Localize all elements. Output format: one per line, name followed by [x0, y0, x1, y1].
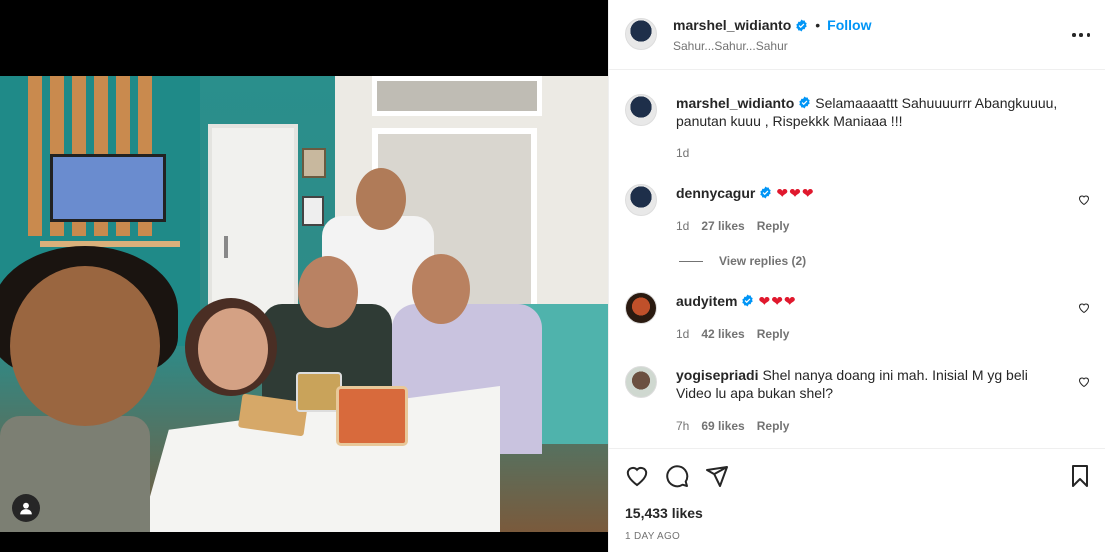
comment-icon[interactable]: [665, 464, 689, 488]
user-icon: [20, 502, 32, 515]
comment-text: ❤❤❤: [758, 293, 797, 309]
photo-shelf: [40, 241, 180, 247]
comment-text-block: dennycagur ❤❤❤: [676, 184, 1066, 202]
more-options-button[interactable]: [1072, 26, 1090, 44]
comment-text-block: yogisepriadi Shel nanya doang ini mah. In…: [676, 366, 1066, 402]
post-actions: 15,433 likes 1 DAY AGO: [609, 448, 1105, 552]
comment-meta: 1d 42 likes Reply: [676, 327, 789, 341]
comment-username[interactable]: dennycagur: [676, 185, 755, 201]
photo-frame: [302, 148, 326, 178]
caption-text-block: marshel_widianto Selamaaaattt Sahuuuurrr …: [676, 94, 1066, 130]
heart-icon[interactable]: [1078, 302, 1090, 314]
header-username[interactable]: marshel_widianto: [673, 17, 791, 33]
comment-item: audyitem ❤❤❤ 1d 42 likes Reply: [625, 292, 1090, 348]
comment-time[interactable]: 1d: [676, 327, 689, 341]
post-panel: marshel_widianto • Follow Sahur...Sahur.…: [608, 0, 1105, 552]
comments-list: marshel_widianto Selamaaaattt Sahuuuurrr …: [609, 70, 1105, 448]
post-header: marshel_widianto • Follow Sahur...Sahur.…: [609, 0, 1105, 70]
photo-person: [10, 266, 160, 426]
separator-dot: •: [815, 17, 821, 33]
comment-text: ❤❤❤: [776, 185, 815, 201]
caption-meta: 1d: [676, 146, 689, 160]
comment-time[interactable]: 7h: [676, 419, 689, 433]
comment-likes[interactable]: 27 likes: [701, 219, 744, 233]
photo-food-box: [336, 386, 408, 446]
verified-badge-icon: [742, 294, 754, 307]
verified-badge-icon: [796, 19, 807, 31]
reply-button[interactable]: Reply: [757, 327, 790, 341]
photo-person: [356, 168, 406, 230]
comment-item: yogisepriadi Shel nanya doang ini mah. In…: [625, 366, 1090, 440]
verified-badge-icon: [799, 96, 810, 109]
post-photo[interactable]: [0, 76, 608, 532]
comment-time[interactable]: 1d: [676, 219, 689, 233]
photo-person: [298, 256, 358, 328]
avatar[interactable]: [625, 292, 657, 324]
photo-tv: [50, 154, 166, 222]
comment-username[interactable]: audyitem: [676, 293, 737, 309]
caption-username[interactable]: marshel_widianto: [676, 95, 794, 111]
verified-badge-icon: [760, 186, 772, 199]
photo-person: [412, 254, 470, 324]
heart-icon[interactable]: [1078, 376, 1090, 388]
bookmark-icon[interactable]: [1068, 464, 1092, 488]
view-replies-line: [679, 260, 703, 262]
comment-text-block: audyitem ❤❤❤: [676, 292, 1066, 310]
follow-button[interactable]: Follow: [827, 17, 871, 33]
photo-frame: [302, 196, 324, 226]
reply-button[interactable]: Reply: [757, 419, 790, 433]
avatar[interactable]: [625, 94, 657, 126]
likes-count[interactable]: 15,433 likes: [625, 505, 703, 521]
tagged-users-button[interactable]: [12, 494, 40, 522]
post-time[interactable]: 1 DAY AGO: [625, 531, 680, 542]
photo-person: [198, 308, 268, 390]
view-replies-label[interactable]: View replies (2): [719, 254, 806, 268]
post-media[interactable]: [0, 0, 608, 552]
like-heart-icon[interactable]: [625, 464, 649, 488]
caption-time[interactable]: 1d: [676, 146, 689, 160]
comment-meta: 7h 69 likes Reply: [676, 419, 789, 433]
comment-meta: 1d 27 likes Reply: [676, 219, 789, 233]
comment-likes[interactable]: 42 likes: [701, 327, 744, 341]
share-icon[interactable]: [705, 464, 729, 488]
reply-button[interactable]: Reply: [757, 219, 790, 233]
caption: marshel_widianto Selamaaaattt Sahuuuurrr …: [625, 94, 1090, 164]
avatar[interactable]: [625, 18, 657, 50]
comment-likes[interactable]: 69 likes: [701, 419, 744, 433]
heart-icon[interactable]: [1078, 194, 1090, 206]
comment-item: dennycagur ❤❤❤ 1d 27 likes Reply: [625, 184, 1090, 240]
avatar[interactable]: [625, 366, 657, 398]
view-replies-button[interactable]: View replies (2): [679, 254, 806, 268]
post-subtitle[interactable]: Sahur...Sahur...Sahur: [673, 39, 788, 53]
photo-window: [372, 76, 542, 116]
avatar[interactable]: [625, 184, 657, 216]
comment-username[interactable]: yogisepriadi: [676, 367, 758, 383]
